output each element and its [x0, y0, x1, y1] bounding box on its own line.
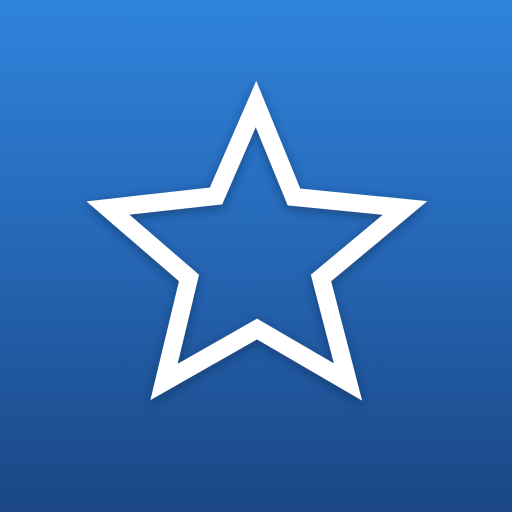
app-icon-tile: [0, 0, 512, 512]
star-outline-icon: [86, 80, 428, 401]
star-outline: [86, 80, 428, 401]
